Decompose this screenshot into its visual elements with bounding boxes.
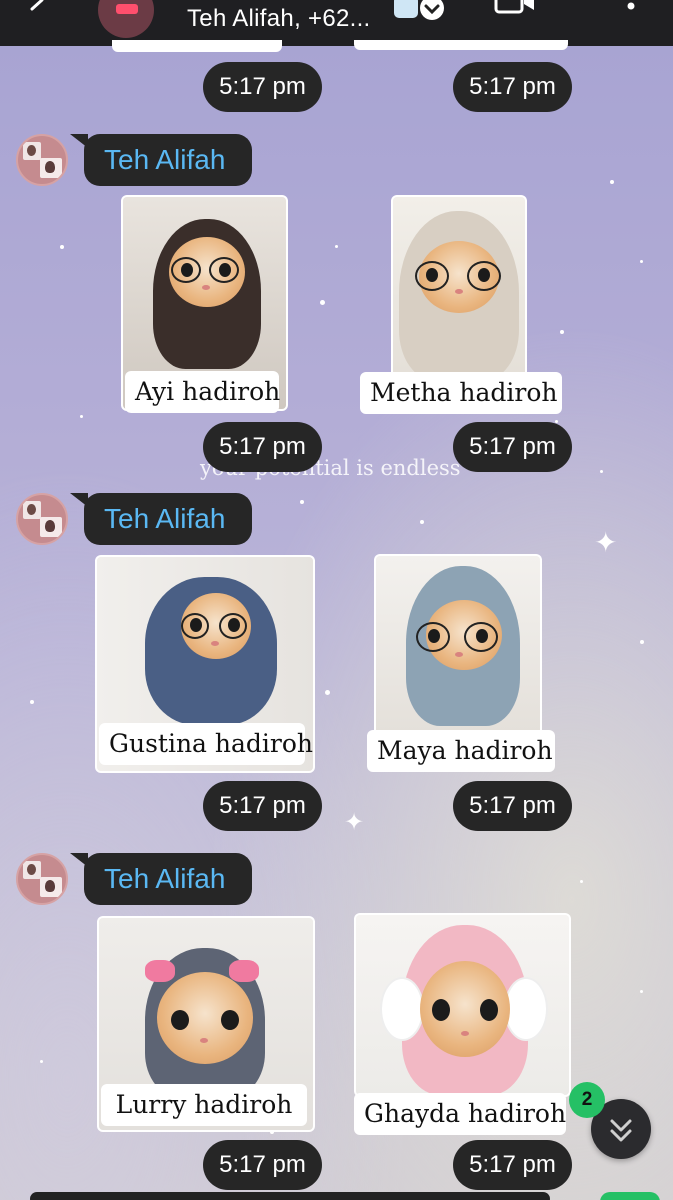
sticker-message[interactable]: Lurry hadiroh	[99, 918, 313, 1130]
sticker-caption: Metha hadiroh	[360, 372, 562, 414]
message-input-bar[interactable]	[30, 1192, 550, 1200]
sticker-caption: Maya hadiroh	[367, 730, 555, 772]
sticker-caption-partial	[112, 40, 282, 52]
unread-count-badge: 2	[569, 1082, 605, 1118]
sticker-message[interactable]	[376, 556, 540, 734]
sticker-caption: Gustina hadiroh	[99, 723, 313, 765]
message-timestamp: 5:17 pm	[453, 422, 572, 472]
contact-avatar[interactable]	[98, 0, 154, 38]
sparkle-icon: ✦	[344, 809, 365, 836]
chat-title[interactable]: Teh Alifah, +62...	[187, 5, 371, 33]
sticker-message[interactable]: Ayi hadiroh	[123, 197, 286, 413]
sender-name[interactable]: Teh Alifah	[70, 493, 252, 545]
cat-hijab-image	[356, 915, 569, 1095]
message-timestamp: 5:17 pm	[203, 781, 322, 831]
sparkle-icon: ✦	[594, 527, 618, 558]
sticker-caption-partial	[354, 40, 568, 50]
message-timestamp: 5:17 pm	[203, 422, 322, 472]
cat-hijab-image	[376, 556, 540, 734]
sender-name[interactable]: Teh Alifah	[70, 853, 252, 905]
sticker-caption: Lurry hadiroh	[101, 1084, 307, 1126]
sticker-dropdown-icon[interactable]	[392, 0, 444, 26]
sender-avatar[interactable]	[16, 853, 68, 905]
message-timestamp: 5:17 pm	[453, 781, 572, 831]
message-timestamp: 5:17 pm	[203, 62, 322, 112]
sticker-message[interactable]	[356, 915, 569, 1095]
sticker-message[interactable]: Gustina hadiroh	[97, 557, 313, 771]
sticker-caption: Ayi hadiroh	[125, 371, 280, 413]
more-vertical-icon[interactable]	[624, 0, 638, 16]
sender-name[interactable]: Teh Alifah	[70, 134, 252, 186]
arrow-back-icon[interactable]	[28, 0, 50, 14]
send-button[interactable]	[600, 1192, 660, 1200]
message-timestamp: 5:17 pm	[203, 1140, 322, 1190]
message-timestamp: 5:17 pm	[453, 1140, 572, 1190]
sender-avatar[interactable]	[16, 134, 68, 186]
sticker-caption: Ghayda hadiroh	[354, 1093, 566, 1135]
chat-header: Teh Alifah, +62...	[0, 0, 673, 46]
sender-avatar[interactable]	[16, 493, 68, 545]
video-call-icon[interactable]	[494, 0, 538, 16]
message-timestamp: 5:17 pm	[453, 62, 572, 112]
